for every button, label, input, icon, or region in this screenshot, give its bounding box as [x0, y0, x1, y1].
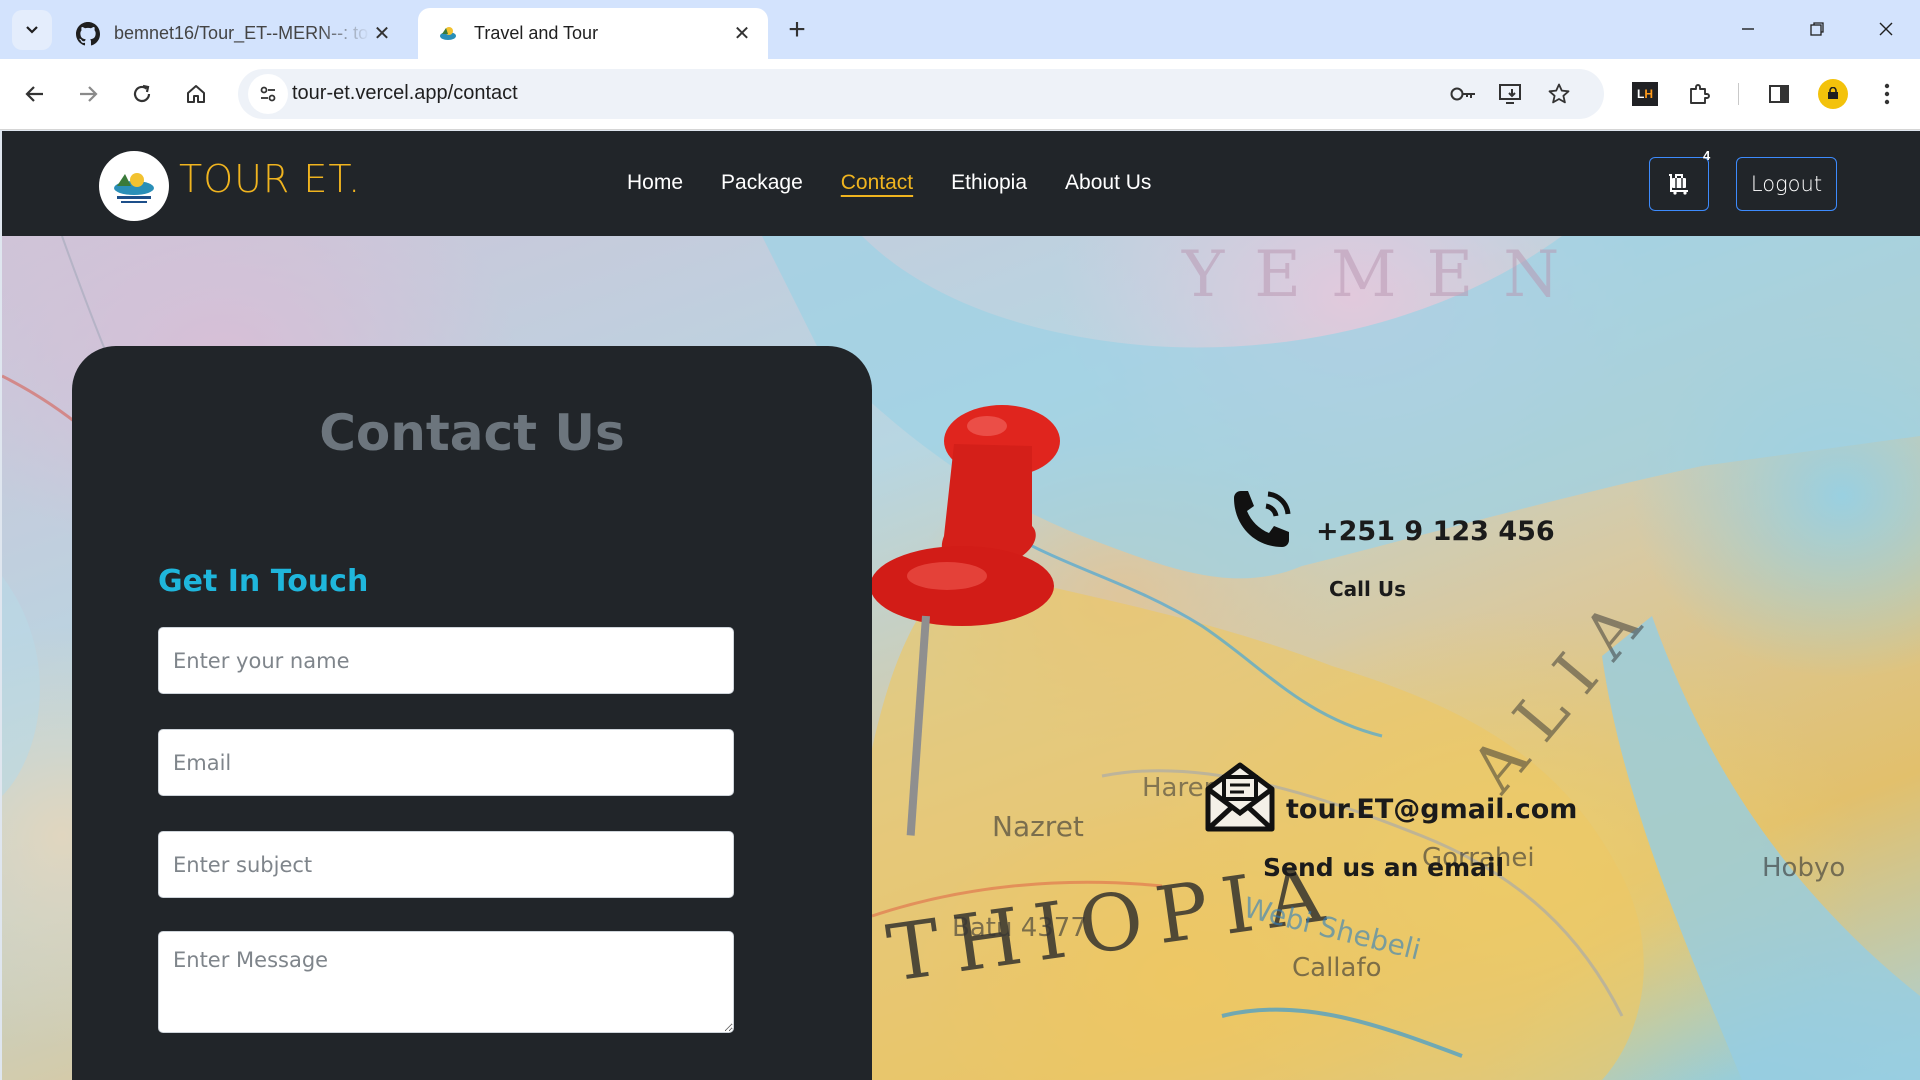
browser-menu-icon[interactable]	[1869, 76, 1905, 112]
tab-title: Travel and Tour	[474, 23, 599, 43]
phone-number[interactable]: +251 9 123 456	[1316, 516, 1555, 547]
back-arrow-icon	[25, 86, 43, 102]
toolbar-divider	[1738, 83, 1739, 105]
page-title: Contact Us	[319, 404, 625, 462]
luggage-cart-icon	[1669, 174, 1688, 195]
web-page: TOUR ET. Home Package Contact Ethiopia A…	[2, 131, 1920, 1080]
nav-link-home[interactable]: Home	[627, 171, 683, 195]
nav-link-about-us[interactable]: About Us	[1065, 171, 1151, 195]
email-address[interactable]: tour.ET@gmail.com	[1286, 794, 1577, 825]
browser-tab-bar: bemnet16/Tour_ET--MERN--: to ✕ Travel an…	[0, 0, 1920, 59]
tab-travel-and-tour[interactable]: Travel and Tour ✕	[418, 8, 768, 59]
restore-icon	[1810, 22, 1824, 36]
brand-name[interactable]: TOUR ET.	[179, 157, 361, 201]
site-logo[interactable]	[99, 151, 169, 221]
nav-link-ethiopia[interactable]: Ethiopia	[951, 171, 1027, 195]
phone-icon	[1226, 484, 1298, 561]
restore-button[interactable]	[1794, 10, 1840, 48]
reload-icon	[133, 84, 151, 103]
url-text: tour-et.vercel.app/contact	[292, 82, 518, 104]
tab-github[interactable]: bemnet16/Tour_ET--MERN--: to ✕	[58, 8, 408, 59]
forward-arrow-icon	[80, 86, 98, 102]
forward-button[interactable]	[68, 74, 108, 114]
cart-count-badge: 4	[1703, 148, 1711, 163]
tune-icon	[260, 86, 276, 102]
nav-links: Home Package Contact Ethiopia About Us	[627, 171, 1151, 195]
home-icon	[187, 85, 205, 103]
github-icon	[76, 21, 100, 46]
minimize-icon	[1742, 28, 1754, 30]
lighthouse-extension-icon[interactable]: LH	[1627, 76, 1663, 112]
site-logo-icon	[114, 173, 154, 203]
reload-button[interactable]	[122, 74, 162, 114]
email-caption: Send us an email	[1263, 853, 1505, 882]
close-tab-icon[interactable]: ✕	[730, 22, 754, 46]
message-textarea[interactable]	[158, 931, 734, 1033]
chevron-down-icon	[26, 26, 38, 34]
svg-text:YEMEN: YEMEN	[1181, 238, 1589, 312]
svg-text:Callafo: Callafo	[1292, 953, 1382, 983]
password-key-icon[interactable]	[1448, 79, 1478, 109]
map-background: YEMEN THIOPIA ALIA Nazret Gorrahei Hobyo…	[2, 236, 1920, 1080]
contact-form-card: Contact Us Get In Touch	[72, 346, 872, 1080]
site-info-button[interactable]	[248, 74, 288, 114]
name-input[interactable]	[158, 627, 734, 694]
form-subtitle: Get In Touch	[158, 564, 369, 599]
home-button[interactable]	[176, 74, 216, 114]
logout-button[interactable]: Logout	[1736, 157, 1837, 211]
svg-text:Batu 4377: Batu 4377	[952, 913, 1087, 943]
address-bar[interactable]: tour-et.vercel.app/contact	[238, 69, 1604, 119]
extensions-puzzle-icon[interactable]	[1681, 76, 1717, 112]
side-panel-icon[interactable]	[1761, 76, 1797, 112]
install-app-icon[interactable]	[1496, 79, 1526, 109]
nav-link-contact[interactable]: Contact	[841, 171, 913, 195]
close-window-button[interactable]	[1863, 10, 1909, 48]
svg-text:Nazret: Nazret	[992, 810, 1084, 843]
nav-link-package[interactable]: Package	[721, 171, 803, 195]
tab-search-button[interactable]	[12, 10, 52, 50]
subject-input[interactable]	[158, 831, 734, 898]
email-input[interactable]	[158, 729, 734, 796]
browser-toolbar: tour-et.vercel.app/contact LH	[0, 59, 1920, 130]
close-tab-icon[interactable]: ✕	[370, 22, 394, 46]
minimize-button[interactable]	[1725, 10, 1771, 48]
close-icon	[1879, 22, 1893, 36]
site-navbar: TOUR ET. Home Package Contact Ethiopia A…	[2, 131, 1920, 236]
svg-text:Hobyo: Hobyo	[1762, 853, 1845, 883]
bookmark-star-icon[interactable]	[1544, 79, 1574, 109]
envelope-icon	[1202, 759, 1278, 840]
tab-title: bemnet16/Tour_ET--MERN--: to	[114, 23, 369, 43]
profile-icon	[1818, 79, 1848, 109]
cart-button[interactable]	[1649, 157, 1709, 211]
site-logo-icon	[436, 22, 460, 46]
new-tab-button[interactable]: +	[780, 13, 814, 47]
profile-avatar[interactable]	[1815, 76, 1851, 112]
phone-caption: Call Us	[1329, 577, 1406, 601]
back-button[interactable]	[15, 74, 55, 114]
